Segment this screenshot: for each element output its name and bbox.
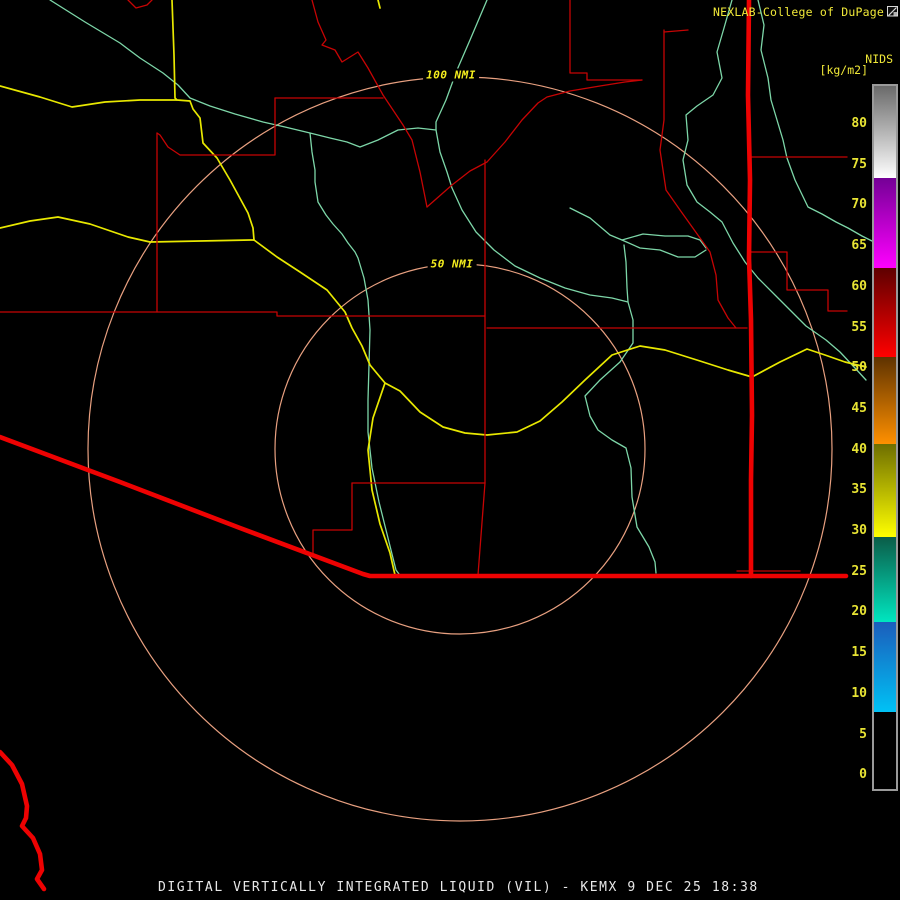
colorbar-segment [874, 357, 896, 444]
highway [384, 345, 867, 436]
highway [367, 382, 396, 576]
river [569, 207, 707, 249]
colorbar-tick-label: 75 [851, 157, 867, 172]
colorbar-tick-label: 60 [851, 279, 867, 294]
river [682, 0, 867, 381]
county-line [311, 0, 428, 208]
colorbar-tick-label: 70 [851, 197, 867, 212]
highway [377, 0, 381, 9]
river [49, 0, 437, 148]
colorbar-tick-label: 40 [851, 442, 867, 457]
international-border [0, 434, 849, 579]
county-line [127, 0, 153, 9]
colorbar-segment [874, 537, 896, 622]
river [435, 0, 657, 574]
highway [0, 85, 178, 108]
river [621, 239, 707, 258]
colorbar-tick-label: 55 [851, 320, 867, 335]
county-line [156, 97, 276, 156]
highway [0, 216, 255, 243]
scale-units: [kg/m2] [819, 63, 868, 77]
county-line [659, 29, 737, 329]
range-ring-50nmi [274, 263, 646, 635]
range-ring-100nmi [87, 76, 833, 822]
colorbar-tick-label: 25 [851, 564, 867, 579]
colorbar-tick-label: 65 [851, 238, 867, 253]
county-line [663, 29, 689, 33]
colorbar-segment [874, 268, 896, 357]
colorbar-tick-label: 0 [859, 767, 867, 782]
colorbar-tick-label: 5 [859, 727, 867, 742]
highway [171, 0, 255, 241]
colorbar-segment [874, 622, 896, 712]
colorbar-tick-label: 50 [851, 360, 867, 375]
colorbar-segment [874, 444, 896, 537]
colorbar-segment [874, 178, 896, 268]
cod-logo-icon [887, 6, 898, 17]
colorbar-tick-label: 15 [851, 645, 867, 660]
county-line [569, 0, 643, 81]
county-line [749, 251, 848, 312]
radar-display: 50 NMI 100 NMI NEXLAB-College of DuPage … [0, 0, 900, 900]
colorbar-segment [874, 712, 896, 789]
page-title: NEXLAB-College of DuPage [713, 5, 884, 19]
county-line [477, 159, 486, 576]
colorbar-tick-label: 35 [851, 482, 867, 497]
colorbar-tick-label: 80 [851, 116, 867, 131]
range-ring-label-100: 100 NMI [423, 68, 479, 82]
border-road [0, 749, 47, 892]
river [309, 132, 400, 575]
state-border [745, 0, 755, 579]
county-line [426, 79, 643, 208]
county-line [0, 311, 486, 317]
colorbar-tick-label: 45 [851, 401, 867, 416]
county-line [312, 482, 353, 556]
colorbar-tick-label: 20 [851, 604, 867, 619]
colorbar-tick-label: 30 [851, 523, 867, 538]
radar-map [0, 0, 875, 892]
colorbar [872, 84, 898, 791]
colorbar-segment [874, 86, 896, 178]
colorbar-tick-label: 10 [851, 686, 867, 701]
scale-title: NIDS [865, 52, 893, 66]
product-title-timestamp: DIGITAL VERTICALLY INTEGRATED LIQUID (VI… [158, 880, 759, 895]
river [623, 244, 629, 303]
range-ring-label-50: 50 NMI [427, 257, 477, 271]
